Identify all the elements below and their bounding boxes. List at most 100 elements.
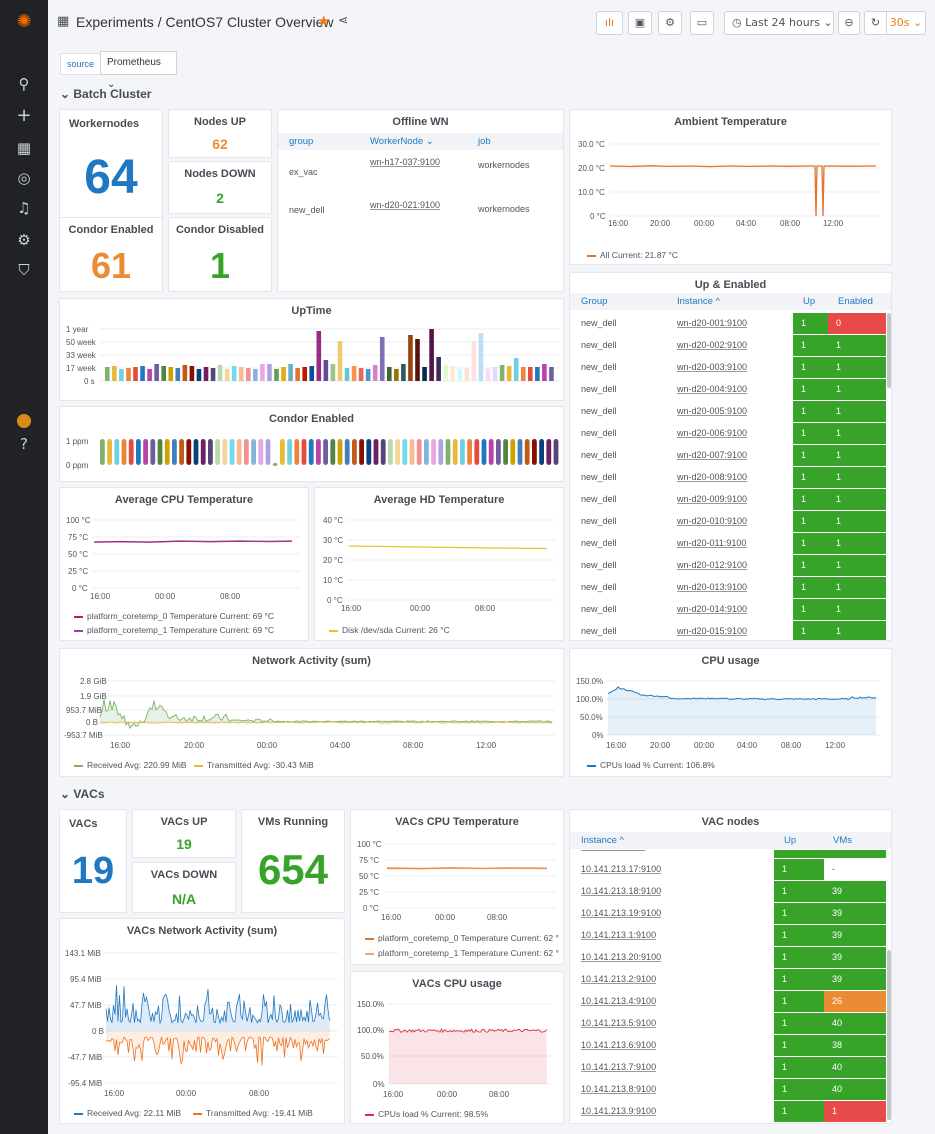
vac-nodes-cell-up: 1 — [774, 1035, 824, 1056]
grafana-logo-icon[interactable]: ✺ — [12, 10, 36, 34]
vac-nodes-cell-instance[interactable]: 10.141.213.9:9100 — [581, 1106, 656, 1116]
condor-enabled-bar — [316, 439, 321, 465]
shield-icon[interactable]: ⛉ — [12, 258, 36, 282]
star-icon[interactable]: ★ — [317, 12, 330, 30]
up-enabled-cell-instance[interactable]: wn-d20-008:9100 — [677, 472, 747, 482]
vac-nodes-cell-instance[interactable]: 10.141.213.17:9100 — [581, 864, 661, 874]
help-icon[interactable]: ? — [12, 432, 36, 456]
condor-enabled-bar — [114, 439, 120, 465]
up-enabled-header-instance[interactable]: Instance ^ — [677, 296, 720, 307]
add-panel-button[interactable]: ılı — [596, 11, 623, 35]
up-enabled-cell-instance[interactable]: wn-d20-012:9100 — [677, 560, 747, 570]
cpu-usage-legend[interactable]: CPUs load % Current: 106.8% — [587, 760, 715, 770]
up-enabled-cell-up: 1 — [793, 379, 828, 400]
vac-nodes-cell-instance[interactable]: 10.141.213.18:9100 — [581, 886, 661, 896]
up-enabled-scrollbar[interactable] — [887, 313, 891, 388]
up-enabled-cell-instance[interactable]: wn-d20-003:9100 — [677, 362, 747, 372]
vac-nodes-cell-instance[interactable]: 10.141.213.2:9100 — [581, 974, 656, 984]
up-enabled-cell-instance[interactable]: wn-d20-009:9100 — [677, 494, 747, 504]
settings-button[interactable]: ⚙ — [658, 11, 682, 35]
up-enabled-cell-instance[interactable]: wn-d20-013:9100 — [677, 582, 747, 592]
up-enabled-cell-instance[interactable]: wn-d20-010:9100 — [677, 516, 747, 526]
vac-nodes-cell-instance[interactable]: 10.141.213.19:9100 — [581, 908, 661, 918]
cpu-xtick: 16:00 — [606, 741, 627, 750]
up-enabled-cell-instance[interactable]: wn-d20-015:9100 — [677, 626, 747, 636]
row-title-vacs[interactable]: ⌄ VACs — [60, 787, 105, 801]
vac-nodes-cell-instance[interactable]: 10.141.213.20:9100 — [581, 952, 661, 962]
vac-nodes-header-instance[interactable]: Instance ^ — [581, 835, 624, 846]
vnet-ytick: -47.7 MiB — [68, 1053, 102, 1062]
up-enabled-cell-instance[interactable]: wn-d20-011:9100 — [677, 538, 746, 548]
vac-nodes-cell-instance[interactable]: 10.141.213.4:9100 — [581, 996, 656, 1006]
vnet-legend-received[interactable]: Received Avg: 22.11 MiB — [74, 1108, 181, 1118]
up-enabled-cell-instance[interactable]: wn-d20-002:9100 — [677, 340, 747, 350]
alert-bell-icon[interactable]: ♫ — [12, 196, 36, 220]
vcpu-ytick: 100.0% — [357, 1026, 384, 1035]
share-icon[interactable]: ⋖ — [338, 13, 348, 27]
up-enabled-cell-instance[interactable]: wn-d20-014:9100 — [677, 604, 747, 614]
up-enabled-cell-instance[interactable]: wn-d20-001:9100 — [677, 318, 747, 328]
gear-icon[interactable]: ⚙ — [12, 228, 36, 252]
avg-hd-legend[interactable]: Disk /dev/sda Current: 26 °C — [329, 625, 450, 635]
time-range-picker[interactable]: ◷ Last 24 hours ⌄ — [724, 11, 834, 35]
condor-disabled-stat-title: Condor Disabled — [175, 224, 264, 236]
vac-nodes-header-vms[interactable]: VMs — [833, 835, 852, 846]
condor-enabled-bar — [488, 439, 494, 465]
offline-wn-cell-node[interactable]: wn-d20-021:9100 — [370, 200, 440, 210]
vnet-ytick: 143.1 MiB — [65, 949, 101, 958]
save-button[interactable]: ▣ — [628, 11, 652, 35]
vac-nodes-header-up[interactable]: Up — [784, 835, 796, 846]
vac-nodes-cell-instance[interactable]: 10.141.213.1:9100 — [581, 930, 656, 940]
up-enabled-cell-instance[interactable]: wn-d20-005:9100 — [677, 406, 747, 416]
refresh-button[interactable]: ↻ — [864, 11, 886, 35]
up-enabled-cell-instance[interactable]: wn-d20-007:9100 — [677, 450, 747, 460]
up-enabled-cell-instance[interactable]: wn-d20-006:9100 — [677, 428, 747, 438]
condor-enabled-bar — [179, 439, 184, 465]
row-title-batch[interactable]: ⌄ Batch Cluster — [60, 87, 151, 101]
plus-icon[interactable]: + — [12, 104, 36, 128]
vnet-legend-transmitted[interactable]: Transmitted Avg: -19.41 MiB — [193, 1108, 313, 1118]
up-enabled-cell-up: 1 — [793, 445, 828, 466]
up-enabled-cell-up: 1 — [793, 599, 828, 620]
ambient-legend[interactable]: All Current: 21.87 °C — [587, 250, 678, 260]
offline-wn-header-job[interactable]: job — [478, 136, 491, 147]
explore-icon[interactable]: ◎ — [12, 166, 36, 190]
condor-enabled-bar — [200, 439, 206, 465]
vac-nodes-cell-instance[interactable]: 10.141.213.5:9100 — [581, 1018, 656, 1028]
avg-cpu-legend-0-text: platform_coretemp_0 Temperature Current:… — [87, 611, 275, 621]
dashboards-icon[interactable]: ▦ — [12, 136, 36, 160]
up-enabled-header-up[interactable]: Up — [803, 296, 815, 307]
vac-nodes-scrollbar[interactable] — [887, 950, 891, 1120]
vac-nodes-cell-instance[interactable]: 10.141.213.8:9100 — [581, 1084, 656, 1094]
panel-avg-hd-temp: Average HD Temperature 40 °C 30 °C 20 °C… — [314, 487, 564, 641]
avg-cpu-legend-1[interactable]: platform_coretemp_1 Temperature Current:… — [74, 625, 274, 635]
source-select[interactable]: Prometheus ⌄ — [100, 51, 177, 90]
network-legend-transmitted[interactable]: Transmitted Avg: -30.43 MiB — [194, 760, 314, 770]
vac-nodes-cell-instance[interactable]: 10.141.213.7:9100 — [581, 1062, 656, 1072]
offline-wn-cell-node[interactable]: wn-h17-037:9100 — [370, 157, 440, 167]
up-enabled-header-enabled[interactable]: Enabled — [838, 296, 873, 307]
condor-enabled-bar — [431, 439, 436, 465]
offline-wn-header-node[interactable]: WorkerNode ⌄ — [370, 136, 434, 147]
tv-mode-button[interactable]: ▭ — [690, 11, 714, 35]
avg-cpu-legend-0[interactable]: platform_coretemp_0 Temperature Current:… — [74, 611, 274, 621]
vacs-cpu-legend-1[interactable]: platform_coretemp_1 Temperature Current:… — [365, 948, 559, 958]
network-legend-received[interactable]: Received Avg: 220.99 MiB — [74, 760, 187, 770]
vac-nodes-cell-instance[interactable]: 10.141.213.6:9100 — [581, 1040, 656, 1050]
search-icon[interactable]: ⚲ — [12, 72, 36, 96]
up-enabled-cell-instance[interactable]: wn-d20-004:9100 — [677, 384, 747, 394]
up-enabled-cell-up: 1 — [793, 423, 828, 444]
nodes-down-value: 2 — [216, 190, 224, 206]
breadcrumb[interactable]: Experiments / CentOS7 Cluster Overview — [76, 14, 334, 30]
vac-nodes-cell-up: 1 — [774, 947, 824, 968]
avg-hd-xtick: 00:00 — [410, 604, 431, 613]
refresh-interval-picker[interactable]: 30s ⌄ — [886, 11, 926, 35]
condor-enabled-chart: 1 ppm 0 ppm — [66, 437, 559, 470]
user-avatar[interactable] — [12, 408, 36, 432]
condor-enabled-bar — [287, 439, 292, 465]
vacs-cpu-legend-0[interactable]: platform_coretemp_0 Temperature Current:… — [365, 933, 559, 943]
up-enabled-header-group[interactable]: Group — [581, 296, 607, 307]
offline-wn-header-group[interactable]: group — [289, 136, 313, 147]
vcpu-legend[interactable]: CPUs load % Current: 98.5% — [365, 1109, 488, 1119]
zoom-out-button[interactable]: ⊖ — [838, 11, 860, 35]
